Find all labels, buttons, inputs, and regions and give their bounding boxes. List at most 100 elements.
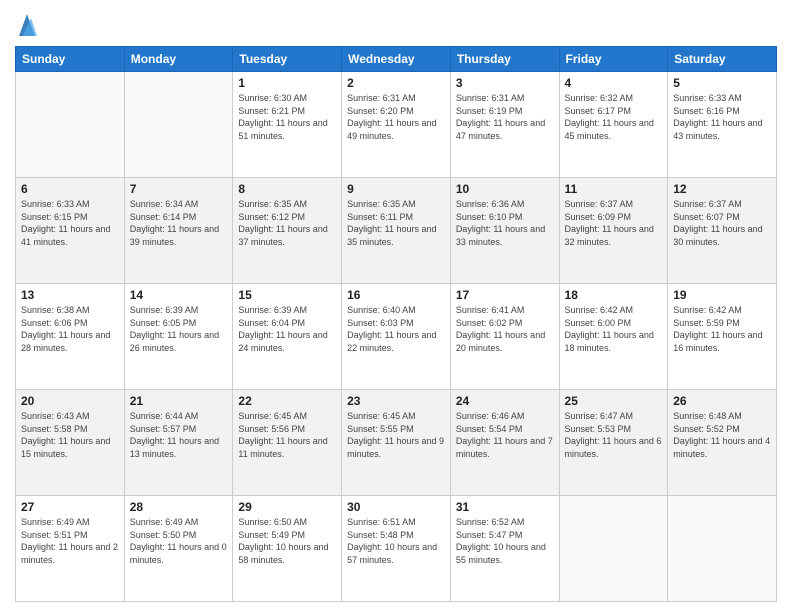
day-number: 11: [565, 182, 663, 196]
calendar-cell: 10 Sunrise: 6:36 AM Sunset: 6:10 PM Dayli…: [450, 178, 559, 284]
day-number: 5: [673, 76, 771, 90]
calendar-cell: [668, 496, 777, 602]
calendar-weekday-header: Saturday: [668, 47, 777, 72]
day-number: 6: [21, 182, 119, 196]
day-info: Sunrise: 6:43 AM Sunset: 5:58 PM Dayligh…: [21, 410, 119, 460]
calendar-cell: 6 Sunrise: 6:33 AM Sunset: 6:15 PM Daylig…: [16, 178, 125, 284]
day-info: Sunrise: 6:52 AM Sunset: 5:47 PM Dayligh…: [456, 516, 554, 566]
calendar-cell: 31 Sunrise: 6:52 AM Sunset: 5:47 PM Dayli…: [450, 496, 559, 602]
day-number: 8: [238, 182, 336, 196]
day-number: 3: [456, 76, 554, 90]
day-number: 29: [238, 500, 336, 514]
calendar-cell: 15 Sunrise: 6:39 AM Sunset: 6:04 PM Dayli…: [233, 284, 342, 390]
day-number: 9: [347, 182, 445, 196]
calendar-cell: 27 Sunrise: 6:49 AM Sunset: 5:51 PM Dayli…: [16, 496, 125, 602]
day-info: Sunrise: 6:31 AM Sunset: 6:20 PM Dayligh…: [347, 92, 445, 142]
day-number: 7: [130, 182, 228, 196]
day-number: 1: [238, 76, 336, 90]
day-number: 25: [565, 394, 663, 408]
day-info: Sunrise: 6:35 AM Sunset: 6:12 PM Dayligh…: [238, 198, 336, 248]
calendar-weekday-header: Thursday: [450, 47, 559, 72]
calendar-cell: 5 Sunrise: 6:33 AM Sunset: 6:16 PM Daylig…: [668, 72, 777, 178]
calendar-header-row: SundayMondayTuesdayWednesdayThursdayFrid…: [16, 47, 777, 72]
day-number: 16: [347, 288, 445, 302]
day-info: Sunrise: 6:37 AM Sunset: 6:07 PM Dayligh…: [673, 198, 771, 248]
page: SundayMondayTuesdayWednesdayThursdayFrid…: [0, 0, 792, 612]
calendar-cell: 12Sunrise: 6:37 AM Sunset: 6:07 PM Dayli…: [668, 178, 777, 284]
calendar-weekday-header: Monday: [124, 47, 233, 72]
day-number: 21: [130, 394, 228, 408]
day-info: Sunrise: 6:39 AM Sunset: 6:05 PM Dayligh…: [130, 304, 228, 354]
day-info: Sunrise: 6:38 AM Sunset: 6:06 PM Dayligh…: [21, 304, 119, 354]
calendar-cell: 13Sunrise: 6:38 AM Sunset: 6:06 PM Dayli…: [16, 284, 125, 390]
day-number: 4: [565, 76, 663, 90]
day-info: Sunrise: 6:32 AM Sunset: 6:17 PM Dayligh…: [565, 92, 663, 142]
calendar-week-row: 1 Sunrise: 6:30 AM Sunset: 6:21 PM Daylig…: [16, 72, 777, 178]
calendar-cell: 22 Sunrise: 6:45 AM Sunset: 5:56 PM Dayli…: [233, 390, 342, 496]
header: [15, 10, 777, 38]
day-info: Sunrise: 6:33 AM Sunset: 6:15 PM Dayligh…: [21, 198, 119, 248]
calendar-week-row: 13Sunrise: 6:38 AM Sunset: 6:06 PM Dayli…: [16, 284, 777, 390]
day-info: Sunrise: 6:36 AM Sunset: 6:10 PM Dayligh…: [456, 198, 554, 248]
day-info: Sunrise: 6:35 AM Sunset: 6:11 PM Dayligh…: [347, 198, 445, 248]
calendar-cell: 9 Sunrise: 6:35 AM Sunset: 6:11 PM Daylig…: [342, 178, 451, 284]
day-number: 31: [456, 500, 554, 514]
day-info: Sunrise: 6:45 AM Sunset: 5:55 PM Dayligh…: [347, 410, 445, 460]
calendar-cell: 17Sunrise: 6:41 AM Sunset: 6:02 PM Dayli…: [450, 284, 559, 390]
day-info: Sunrise: 6:31 AM Sunset: 6:19 PM Dayligh…: [456, 92, 554, 142]
calendar-cell: [16, 72, 125, 178]
calendar-cell: 20 Sunrise: 6:43 AM Sunset: 5:58 PM Dayli…: [16, 390, 125, 496]
day-info: Sunrise: 6:45 AM Sunset: 5:56 PM Dayligh…: [238, 410, 336, 460]
calendar-cell: 16Sunrise: 6:40 AM Sunset: 6:03 PM Dayli…: [342, 284, 451, 390]
calendar-table: SundayMondayTuesdayWednesdayThursdayFrid…: [15, 46, 777, 602]
day-number: 15: [238, 288, 336, 302]
day-info: Sunrise: 6:30 AM Sunset: 6:21 PM Dayligh…: [238, 92, 336, 142]
day-number: 20: [21, 394, 119, 408]
day-number: 17: [456, 288, 554, 302]
day-number: 18: [565, 288, 663, 302]
day-number: 26: [673, 394, 771, 408]
calendar-cell: 7 Sunrise: 6:34 AM Sunset: 6:14 PM Daylig…: [124, 178, 233, 284]
calendar-cell: [559, 496, 668, 602]
calendar-cell: 2Sunrise: 6:31 AM Sunset: 6:20 PM Daylig…: [342, 72, 451, 178]
day-info: Sunrise: 6:49 AM Sunset: 5:50 PM Dayligh…: [130, 516, 228, 566]
day-info: Sunrise: 6:42 AM Sunset: 5:59 PM Dayligh…: [673, 304, 771, 354]
calendar-cell: 19 Sunrise: 6:42 AM Sunset: 5:59 PM Dayli…: [668, 284, 777, 390]
calendar-cell: 25 Sunrise: 6:47 AM Sunset: 5:53 PM Dayli…: [559, 390, 668, 496]
calendar-cell: 4 Sunrise: 6:32 AM Sunset: 6:17 PM Daylig…: [559, 72, 668, 178]
day-info: Sunrise: 6:48 AM Sunset: 5:52 PM Dayligh…: [673, 410, 771, 460]
calendar-cell: 18 Sunrise: 6:42 AM Sunset: 6:00 PM Dayli…: [559, 284, 668, 390]
day-info: Sunrise: 6:34 AM Sunset: 6:14 PM Dayligh…: [130, 198, 228, 248]
calendar-cell: [124, 72, 233, 178]
calendar-cell: 3 Sunrise: 6:31 AM Sunset: 6:19 PM Daylig…: [450, 72, 559, 178]
calendar-cell: 11 Sunrise: 6:37 AM Sunset: 6:09 PM Dayli…: [559, 178, 668, 284]
day-info: Sunrise: 6:49 AM Sunset: 5:51 PM Dayligh…: [21, 516, 119, 566]
calendar-cell: 21 Sunrise: 6:44 AM Sunset: 5:57 PM Dayli…: [124, 390, 233, 496]
day-info: Sunrise: 6:42 AM Sunset: 6:00 PM Dayligh…: [565, 304, 663, 354]
day-info: Sunrise: 6:37 AM Sunset: 6:09 PM Dayligh…: [565, 198, 663, 248]
day-info: Sunrise: 6:39 AM Sunset: 6:04 PM Dayligh…: [238, 304, 336, 354]
day-number: 22: [238, 394, 336, 408]
calendar-cell: 29 Sunrise: 6:50 AM Sunset: 5:49 PM Dayli…: [233, 496, 342, 602]
calendar-cell: 28 Sunrise: 6:49 AM Sunset: 5:50 PM Dayli…: [124, 496, 233, 602]
calendar-weekday-header: Wednesday: [342, 47, 451, 72]
day-info: Sunrise: 6:33 AM Sunset: 6:16 PM Dayligh…: [673, 92, 771, 142]
day-number: 19: [673, 288, 771, 302]
day-number: 23: [347, 394, 445, 408]
day-info: Sunrise: 6:50 AM Sunset: 5:49 PM Dayligh…: [238, 516, 336, 566]
day-number: 10: [456, 182, 554, 196]
calendar-weekday-header: Friday: [559, 47, 668, 72]
calendar-cell: 30Sunrise: 6:51 AM Sunset: 5:48 PM Dayli…: [342, 496, 451, 602]
calendar-cell: 26 Sunrise: 6:48 AM Sunset: 5:52 PM Dayli…: [668, 390, 777, 496]
day-info: Sunrise: 6:47 AM Sunset: 5:53 PM Dayligh…: [565, 410, 663, 460]
day-number: 28: [130, 500, 228, 514]
calendar-week-row: 6 Sunrise: 6:33 AM Sunset: 6:15 PM Daylig…: [16, 178, 777, 284]
calendar-cell: 23 Sunrise: 6:45 AM Sunset: 5:55 PM Dayli…: [342, 390, 451, 496]
day-info: Sunrise: 6:44 AM Sunset: 5:57 PM Dayligh…: [130, 410, 228, 460]
calendar-weekday-header: Sunday: [16, 47, 125, 72]
calendar-cell: 14Sunrise: 6:39 AM Sunset: 6:05 PM Dayli…: [124, 284, 233, 390]
logo-icon: [17, 10, 37, 38]
calendar-cell: 1 Sunrise: 6:30 AM Sunset: 6:21 PM Daylig…: [233, 72, 342, 178]
logo: [15, 14, 37, 38]
day-number: 27: [21, 500, 119, 514]
